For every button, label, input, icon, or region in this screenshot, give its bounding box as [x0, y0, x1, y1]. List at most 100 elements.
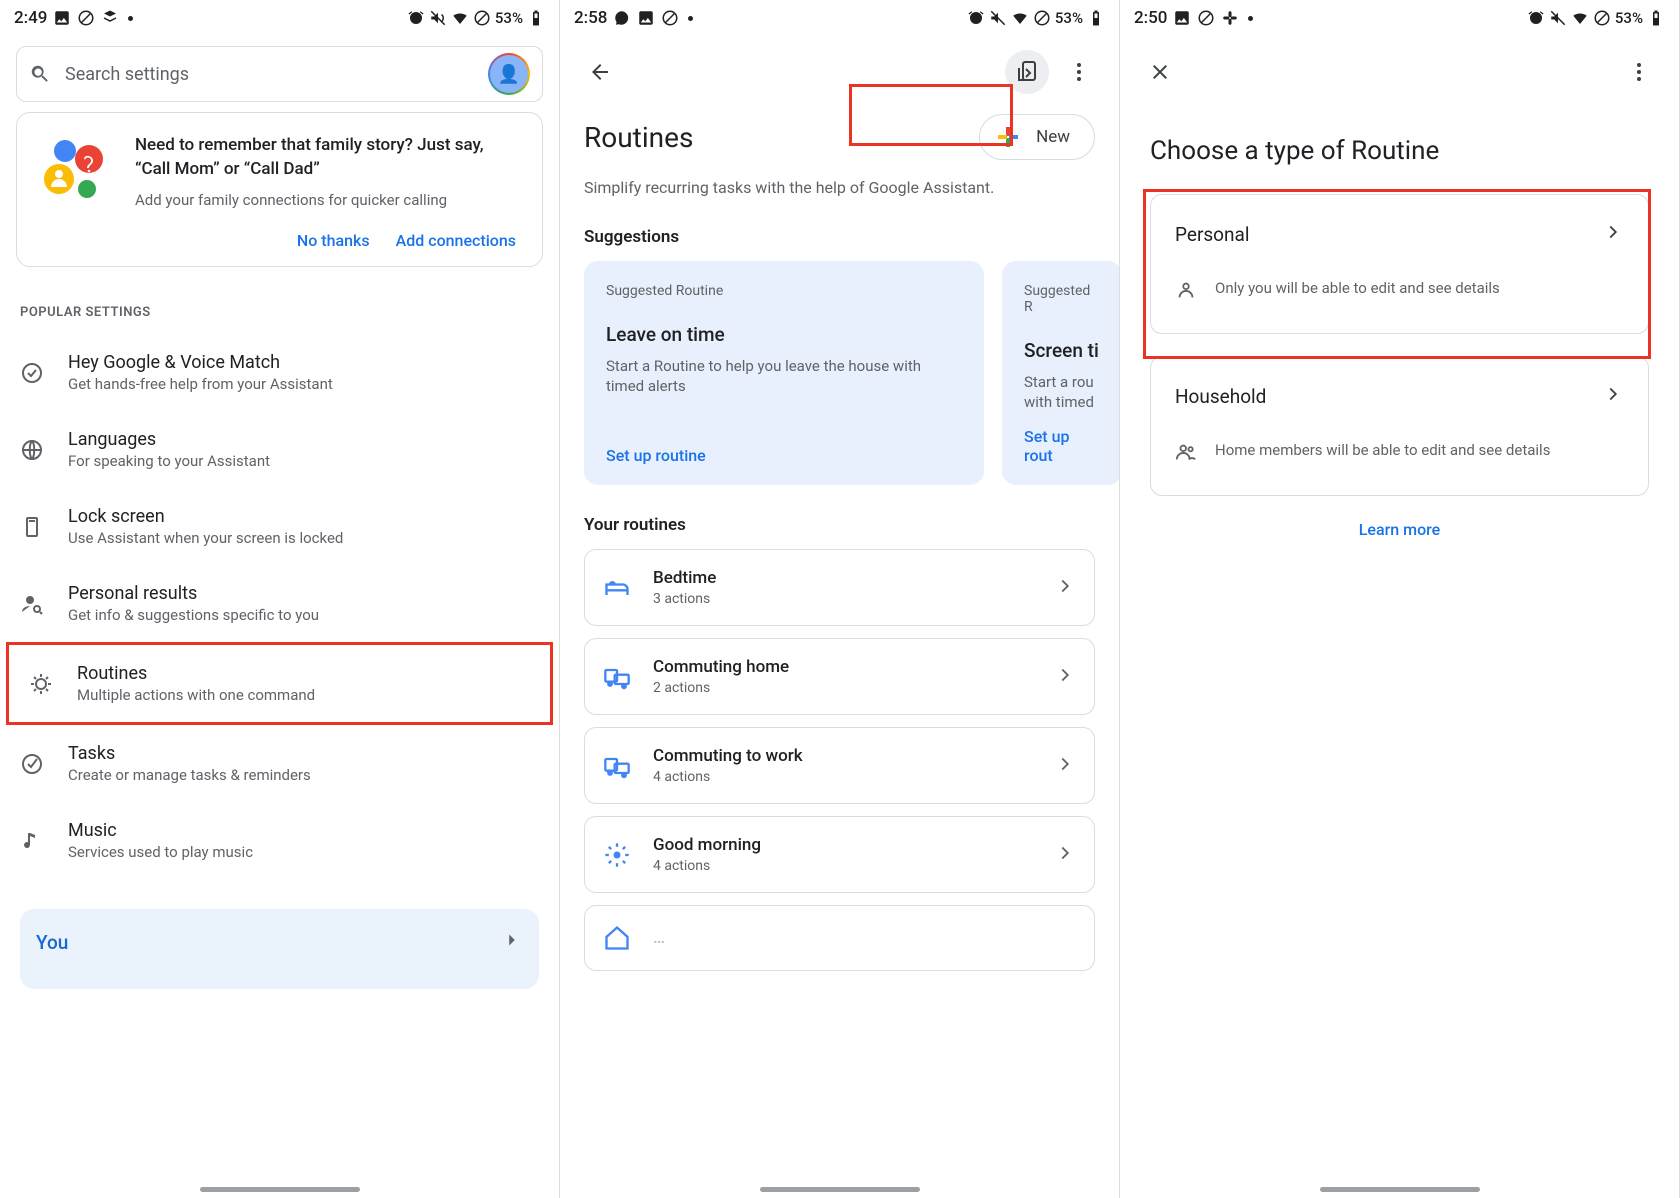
battery-percent: 53%	[1615, 9, 1643, 27]
chevron-right-icon	[1054, 575, 1076, 601]
add-to-home-button[interactable]	[1005, 50, 1049, 94]
globe-icon	[20, 438, 44, 462]
home-indicator[interactable]	[760, 1187, 920, 1192]
setting-personal-results[interactable]: Personal resultsGet info & suggestions s…	[0, 565, 559, 642]
setting-lock-screen[interactable]: Lock screenUse Assistant when your scree…	[0, 488, 559, 565]
no-signal-icon	[473, 9, 491, 27]
clock: 2:58	[574, 8, 607, 28]
bed-icon	[603, 574, 631, 602]
add-connections-button[interactable]: Add connections	[396, 231, 516, 250]
battery-icon	[1087, 9, 1105, 27]
setting-music[interactable]: MusicServices used to play music	[0, 802, 559, 879]
clock: 2:49	[14, 8, 47, 28]
voice-icon	[20, 361, 44, 385]
chevron-right-icon	[1054, 753, 1076, 779]
promo-title: Need to remember that family story? Just…	[135, 133, 522, 181]
sun-icon	[603, 841, 631, 869]
type-desc: Only you will be able to edit and see de…	[1215, 279, 1500, 297]
setting-tasks[interactable]: TasksCreate or manage tasks & reminders	[0, 725, 559, 802]
slack-icon	[1221, 9, 1239, 27]
no-signal-icon	[1593, 9, 1611, 27]
search-settings-input[interactable]: Search settings 👤	[16, 46, 543, 102]
setting-title: Tasks	[68, 743, 311, 764]
chevron-right-icon	[501, 929, 523, 955]
chevron-right-icon	[1602, 383, 1624, 409]
home-indicator[interactable]	[200, 1187, 360, 1192]
setting-voice-match[interactable]: Hey Google & Voice MatchGet hands-free h…	[0, 334, 559, 411]
routine-sub: 4 actions	[653, 769, 803, 785]
status-bar: 2:58 53%	[560, 0, 1119, 36]
group-icon	[1175, 441, 1197, 463]
overflow-menu-button[interactable]	[1617, 50, 1661, 94]
you-card[interactable]: You	[20, 909, 539, 989]
close-button[interactable]	[1138, 50, 1182, 94]
routine-im-home[interactable]: …	[584, 905, 1095, 971]
overflow-menu-button[interactable]	[1057, 50, 1101, 94]
new-routine-button[interactable]: New	[979, 114, 1095, 160]
chevron-right-icon	[1054, 664, 1076, 690]
image-icon	[53, 9, 71, 27]
settings-screen: 2:49 53% Search settings 👤	[0, 0, 560, 1198]
setting-title: Languages	[68, 429, 270, 450]
clock: 2:50	[1134, 8, 1167, 28]
battery-percent: 53%	[495, 9, 523, 27]
your-routines-label: Your routines	[584, 515, 1095, 535]
more-notifs-icon	[1248, 16, 1253, 21]
battery-icon	[1647, 9, 1665, 27]
choose-routine-type-screen: 2:50 53% Choose a type of Routine Person…	[1120, 0, 1680, 1198]
family-graphic-icon	[37, 133, 117, 217]
type-desc: Home members will be able to edit and se…	[1215, 441, 1550, 459]
commute-icon	[603, 752, 631, 780]
routine-commuting-home[interactable]: Commuting home 2 actions	[584, 638, 1095, 715]
wifi-icon	[1011, 9, 1029, 27]
suggestion-desc: Start a Routine to help you leave the ho…	[606, 356, 962, 396]
setting-sub: Get info & suggestions specific to you	[68, 606, 319, 624]
mute-icon	[989, 9, 1007, 27]
suggestion-badge: Suggested Routine	[606, 283, 962, 299]
chevron-right-icon	[1602, 221, 1624, 247]
chevron-right-icon	[1054, 842, 1076, 868]
setting-sub: Multiple actions with one command	[77, 686, 315, 704]
you-label: You	[36, 931, 68, 954]
setting-routines[interactable]: Routines Multiple actions with one comman…	[6, 642, 553, 725]
type-title: Household	[1175, 385, 1266, 408]
routine-bedtime[interactable]: Bedtime3 actions	[584, 549, 1095, 626]
routine-title: Commuting home	[653, 657, 789, 677]
mute-icon	[429, 9, 447, 27]
set-up-routine-button[interactable]: Set up routine	[606, 446, 962, 465]
routine-type-household[interactable]: Household Home members will be able to e…	[1150, 356, 1649, 496]
home-indicator[interactable]	[1320, 1187, 1480, 1192]
family-promo-card: Need to remember that family story? Just…	[16, 112, 543, 267]
no-thanks-button[interactable]: No thanks	[297, 231, 370, 250]
alarm-icon	[1527, 9, 1545, 27]
account-avatar[interactable]: 👤	[488, 53, 530, 95]
back-button[interactable]	[578, 50, 622, 94]
no-signal-icon	[1033, 9, 1051, 27]
no-sim-icon	[77, 9, 95, 27]
setting-languages[interactable]: LanguagesFor speaking to your Assistant	[0, 411, 559, 488]
app-icon	[101, 9, 119, 27]
tasks-icon	[20, 752, 44, 776]
routine-sub: 2 actions	[653, 680, 789, 696]
no-sim-icon	[1197, 9, 1215, 27]
learn-more-link[interactable]: Learn more	[1120, 520, 1679, 539]
new-label: New	[1036, 127, 1070, 147]
routine-type-personal[interactable]: Personal Only you will be able to edit a…	[1150, 194, 1649, 334]
suggestion-title: Leave on time	[606, 323, 962, 346]
routine-sub: 3 actions	[653, 591, 716, 607]
routines-icon	[29, 672, 53, 696]
routine-commuting-work[interactable]: Commuting to work4 actions	[584, 727, 1095, 804]
image-icon	[637, 9, 655, 27]
phone-icon	[20, 515, 44, 539]
routine-title: Good morning	[653, 835, 761, 855]
no-sim-icon	[661, 9, 679, 27]
person-search-icon	[20, 592, 44, 616]
more-notifs-icon	[688, 16, 693, 21]
messenger-icon	[613, 9, 631, 27]
routine-good-morning[interactable]: Good morning4 actions	[584, 816, 1095, 893]
music-icon	[20, 829, 44, 853]
suggestion-card-screen-time[interactable]: Suggested R Screen ti Start a rou with t…	[1002, 261, 1119, 485]
suggestion-card-leave-on-time[interactable]: Suggested Routine Leave on time Start a …	[584, 261, 984, 485]
setting-title: Routines	[77, 663, 315, 684]
set-up-routine-button[interactable]: Set up rout	[1024, 427, 1100, 465]
